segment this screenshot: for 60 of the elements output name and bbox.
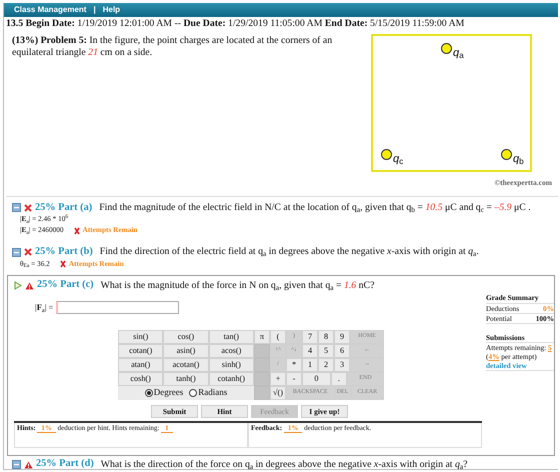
keypad-key[interactable]: asin() [163, 344, 209, 358]
keypad-key[interactable]: cosh() [118, 372, 164, 386]
minus-box-icon[interactable] [12, 460, 21, 470]
keypad-key[interactable]: tanh() [163, 372, 209, 386]
keypad-key[interactable]: √() [270, 386, 286, 400]
blank-key [254, 344, 270, 358]
blank-key [254, 372, 270, 386]
radio-option[interactable]: Degrees [144, 387, 184, 398]
keypad-key[interactable]: - [286, 372, 302, 386]
keypad-key[interactable]: cotanh() [208, 372, 254, 386]
minus-box-icon[interactable] [12, 248, 21, 257]
nav-link[interactable]: Class Management [14, 5, 86, 15]
keypad-key[interactable]: 0 [302, 372, 331, 386]
part-title: 25% Part (d) [36, 458, 94, 471]
keypad-key[interactable]: 1 [302, 358, 318, 372]
keypad-key[interactable]: ( [270, 330, 286, 344]
keypad-key[interactable]: π [254, 330, 270, 344]
keypad-key[interactable]: 4 [302, 344, 318, 358]
radio-button[interactable] [144, 388, 153, 397]
charge-drawing: q$_{a}$ [441, 42, 464, 60]
keypad-key[interactable]: atan() [118, 358, 164, 372]
date-line: 13.5 Begin Date: 1/19/2019 12:01:00 AM -- Due Date: 1/29/2019 11:05:00 AM End Date: 5/15/2019 11:59:00 AM [5, 17, 466, 31]
keypad-key[interactable]: sin() [118, 330, 164, 344]
keypad-key[interactable]: 7 [302, 330, 318, 344]
keypad-key[interactable]: cotan() [118, 344, 164, 358]
keypad-key[interactable]: * [286, 358, 302, 372]
blank-key [254, 386, 270, 400]
keypad-key[interactable]: 8 [318, 330, 334, 344]
keypad-key[interactable]: 3 [334, 358, 350, 372]
part-title: 25% Part (a) [35, 202, 92, 214]
question-text: Find the magnitude of the electric field in N/C at the location of q$_{a}$, given that q$_{b}$ = 10.5 μC and q$_{c}$ = –5.9 μC . [99, 202, 531, 214]
keypad-key[interactable]: 9 [334, 330, 350, 344]
play-icon[interactable] [14, 281, 22, 290]
keypad-key[interactable]: 6 [334, 344, 350, 358]
keypad-key[interactable]: sinh() [208, 358, 254, 372]
cross-icon [60, 260, 66, 268]
minus-box-icon[interactable] [12, 203, 21, 212]
charge-drawing: q$_{c}$ [381, 148, 404, 166]
radio-option[interactable]: Radians [189, 387, 228, 398]
cross-icon [74, 226, 80, 235]
question-text: What is the direction of the force on q$_{a}$ in degrees above the negative x-axis with origin at q$_{a}$? [100, 458, 468, 470]
keypad-key[interactable]: + [270, 372, 286, 386]
answer-field[interactable] [56, 300, 180, 314]
problem-text: (13%) Problem 5: In the figure, the point charges are located at the corners of an equilateral triangle 21 cm on a side. [11, 34, 334, 58]
question-text: What is the magnitude of the force in N on q$_{a}$, given that q$_{a}$ = 1.6 nC? [100, 280, 374, 292]
keypad-key[interactable]: 2 [318, 358, 334, 372]
charge-drawing: q$_{b}$ [501, 148, 524, 166]
part-title: 25% Part (b) [35, 246, 93, 258]
radio-button[interactable] [189, 388, 198, 397]
keypad-key[interactable]: tan() [208, 330, 254, 344]
keypad-key[interactable]: acotan() [163, 358, 209, 372]
input-label: |F$_{a}$| = [35, 302, 54, 312]
keypad-key[interactable]: 5 [318, 344, 334, 358]
keypad-key[interactable]: acos() [208, 344, 254, 358]
part-title: 25% Part (c) [37, 279, 94, 292]
separator-text: | [93, 5, 96, 15]
keypad-key[interactable]: cos() [163, 330, 209, 344]
nav-link[interactable]: Help [102, 5, 120, 15]
blank-key [254, 358, 270, 372]
question-text: Find the direction of the electric field at q$_{a}$ in degrees above the negative x-axis with origin at q$_{a}$. [100, 246, 479, 258]
